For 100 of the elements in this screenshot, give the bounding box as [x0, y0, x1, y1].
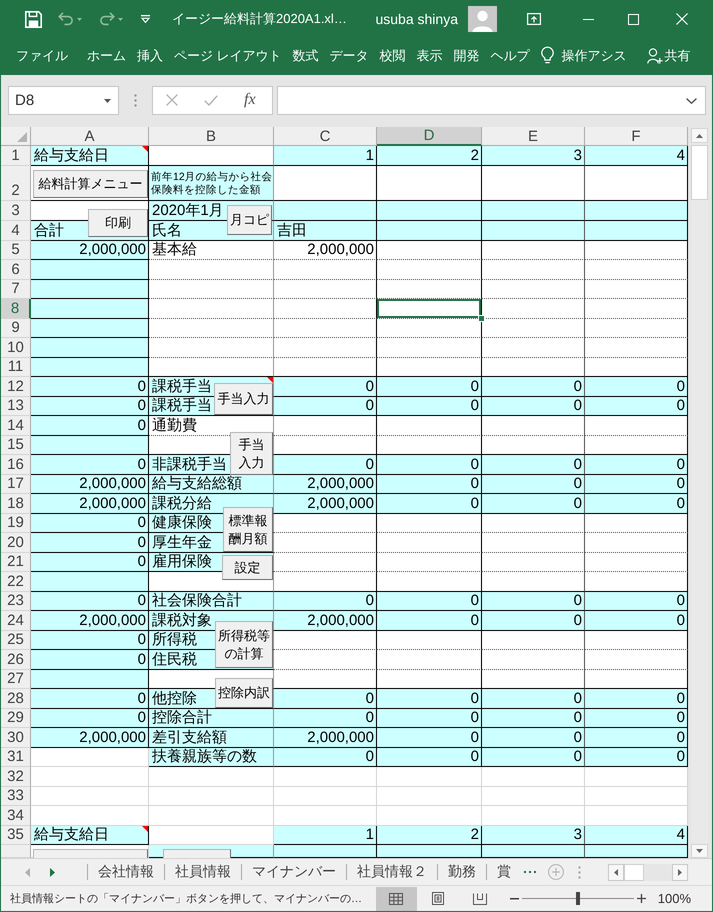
- page-break-icon[interactable]: [473, 892, 488, 904]
- sheet-tab[interactable]: 社員情報２: [347, 861, 437, 883]
- row-header[interactable]: 23: [1, 592, 31, 611]
- column-header[interactable]: D: [377, 127, 482, 146]
- form-button[interactable]: 標準報酬月額: [223, 507, 273, 552]
- row-header[interactable]: 27: [1, 670, 31, 689]
- column-header[interactable]: F: [585, 127, 688, 146]
- column-header[interactable]: A: [31, 127, 149, 146]
- row-header[interactable]: 12: [1, 377, 31, 396]
- ribbon-tab[interactable]: 挿入: [137, 46, 163, 64]
- column-header[interactable]: C: [274, 127, 377, 146]
- maximize-icon[interactable]: [628, 14, 639, 24]
- row-header[interactable]: 15: [1, 436, 31, 455]
- scrollbar-thumb[interactable]: [691, 145, 708, 200]
- row-header[interactable]: 6: [1, 260, 31, 280]
- row-header[interactable]: 2: [1, 166, 31, 201]
- sheet-tab[interactable]: 社員情報: [165, 861, 241, 883]
- ribbon-tab[interactable]: ページ レイアウト: [174, 46, 282, 64]
- row-header[interactable]: 11: [1, 358, 31, 377]
- row-header[interactable]: 31: [1, 748, 31, 767]
- row-header[interactable]: 22: [1, 572, 31, 592]
- scroll-up-button[interactable]: [691, 128, 708, 143]
- ribbon-tab[interactable]: ファイル: [16, 46, 68, 64]
- splitter-handle-icon[interactable]: [134, 94, 137, 106]
- minus-icon[interactable]: [510, 898, 519, 900]
- ribbon-tab[interactable]: ホーム: [87, 46, 126, 64]
- ribbon-tab[interactable]: 校閲: [380, 46, 406, 64]
- form-button[interactable]: 印刷: [88, 209, 148, 237]
- clipped-button[interactable]: [163, 849, 231, 858]
- caret-up-icon[interactable]: [696, 134, 703, 138]
- formula-input[interactable]: [277, 86, 706, 114]
- sheet-tab[interactable]: 勤務: [438, 861, 486, 883]
- row-header[interactable]: 19: [1, 514, 31, 533]
- minimize-icon[interactable]: [583, 18, 594, 20]
- row-header[interactable]: 16: [1, 455, 31, 474]
- form-button[interactable]: 給料計算メニュー: [33, 170, 148, 198]
- row-header[interactable]: 8: [1, 299, 31, 318]
- page-icon[interactable]: [432, 892, 444, 905]
- chevron-down-icon[interactable]: [686, 98, 697, 104]
- ribbon-tab[interactable]: データ: [330, 46, 369, 64]
- row-header[interactable]: 29: [1, 708, 31, 728]
- share-button[interactable]: 共有: [646, 46, 691, 64]
- caret-right-icon[interactable]: [50, 868, 55, 876]
- ribbon-tab[interactable]: 表示: [416, 46, 443, 64]
- row-header[interactable]: 35: [1, 826, 31, 845]
- caret-down-icon[interactable]: [696, 849, 703, 853]
- scroll-left-button[interactable]: [608, 864, 624, 880]
- scrollbar-thumb[interactable]: [624, 864, 644, 880]
- slider-thumb[interactable]: [576, 892, 580, 905]
- form-button[interactable]: 所得税等の計算: [215, 621, 273, 668]
- zoom-level[interactable]: 100%: [658, 891, 691, 906]
- row-header[interactable]: 33: [1, 786, 31, 806]
- row-header[interactable]: 5: [1, 240, 31, 260]
- row-header[interactable]: 9: [1, 318, 31, 338]
- close-icon[interactable]: [676, 13, 688, 25]
- customize-icon[interactable]: [141, 15, 150, 23]
- tell-me-button[interactable]: 操作アシス: [540, 46, 627, 64]
- scroll-right-button[interactable]: [672, 864, 688, 880]
- ribbon-tab[interactable]: ヘルプ: [490, 46, 530, 64]
- caret-left-icon[interactable]: [614, 868, 618, 876]
- row-header[interactable]: 20: [1, 533, 31, 552]
- form-button[interactable]: 手当入力: [230, 432, 273, 475]
- sheet-tab[interactable]: 賞: [487, 861, 521, 883]
- row-header[interactable]: 24: [1, 611, 31, 630]
- vertical-scrollbar[interactable]: [691, 128, 708, 858]
- horizontal-scrollbar[interactable]: [608, 864, 688, 880]
- lightbulb-icon[interactable]: [540, 47, 554, 64]
- row-header[interactable]: 7: [1, 280, 31, 299]
- sheet-tab[interactable]: マイナンバー: [242, 861, 346, 883]
- clipped-button[interactable]: [33, 849, 148, 858]
- view-button[interactable]: [376, 886, 417, 910]
- row-header[interactable]: 32: [1, 767, 31, 786]
- form-button[interactable]: 控除内訳: [215, 678, 273, 708]
- row-header[interactable]: 28: [1, 689, 31, 708]
- ribbon-tab[interactable]: 数式: [292, 46, 319, 64]
- row-header[interactable]: 14: [1, 416, 31, 436]
- row-header[interactable]: 18: [1, 494, 31, 514]
- row-header[interactable]: 30: [1, 728, 31, 748]
- row-header[interactable]: 26: [1, 650, 31, 670]
- sheet-tab[interactable]: 会社情報: [88, 861, 164, 883]
- row-header[interactable]: 21: [1, 552, 31, 572]
- row-header[interactable]: 10: [1, 338, 31, 358]
- row-header[interactable]: 4: [1, 221, 31, 240]
- ribbon-display-icon[interactable]: [527, 13, 541, 25]
- column-header[interactable]: E: [482, 127, 585, 146]
- save-icon[interactable]: [25, 10, 42, 28]
- row-header[interactable]: 3: [1, 201, 31, 221]
- form-button[interactable]: 設定: [222, 555, 273, 580]
- caret-right-icon[interactable]: [678, 868, 682, 876]
- row-header[interactable]: 13: [1, 396, 31, 416]
- row-header[interactable]: 25: [1, 630, 31, 650]
- form-button[interactable]: 手当入力: [214, 383, 273, 415]
- ribbon-tab[interactable]: 開発: [454, 46, 480, 64]
- scroll-down-button[interactable]: [691, 844, 708, 858]
- plus-icon[interactable]: [636, 894, 646, 903]
- name-box[interactable]: D8: [8, 86, 119, 114]
- row-header[interactable]: 17: [1, 474, 31, 494]
- column-header[interactable]: B: [149, 127, 274, 146]
- caret-down-icon[interactable]: [104, 98, 111, 102]
- insert-function-button[interactable]: fx: [244, 91, 256, 109]
